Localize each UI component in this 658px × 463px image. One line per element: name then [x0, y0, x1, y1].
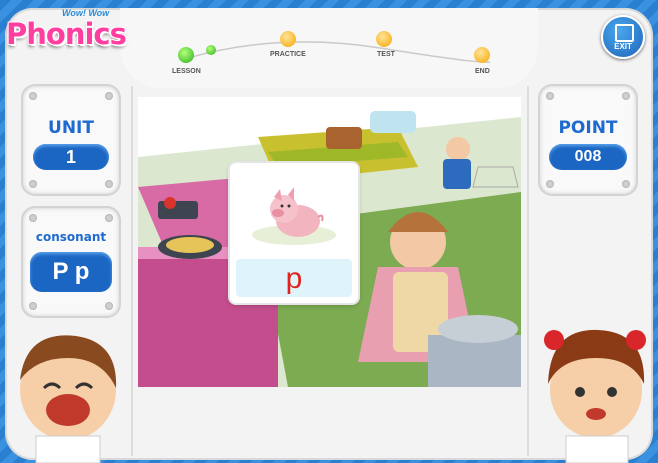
screw	[622, 180, 630, 188]
exit-label: EXIT	[614, 42, 632, 51]
progress-path	[187, 41, 491, 63]
screw	[546, 92, 554, 100]
exit-door-icon	[615, 24, 634, 42]
step-end-label: END	[475, 68, 490, 75]
step-lesson-dot[interactable]	[178, 47, 194, 63]
screw	[622, 92, 630, 100]
screw	[105, 180, 113, 188]
screw	[29, 92, 37, 100]
unit-label: UNIT	[48, 118, 94, 138]
exit-button[interactable]: EXIT	[601, 15, 645, 59]
point-panel: POINT 008	[540, 86, 636, 194]
point-value: 008	[549, 144, 627, 170]
boy-character	[20, 335, 117, 463]
app-logo: Wow! Wow Phonics	[6, 5, 127, 53]
step-practice-dot[interactable]	[280, 31, 296, 47]
unit-panel: UNIT 1	[23, 86, 119, 194]
screw	[105, 302, 113, 310]
unit-value: 1	[33, 144, 109, 170]
flash-card[interactable]: p	[230, 163, 358, 303]
screw	[29, 214, 37, 222]
left-divider	[131, 86, 133, 456]
step-test-label: TEST	[377, 51, 395, 58]
consonant-letter-display: P p	[30, 252, 112, 292]
pig-picture	[252, 187, 336, 245]
consonant-panel: consonant P p	[23, 208, 119, 316]
screw	[546, 180, 554, 188]
logo-text: Phonics	[6, 17, 127, 51]
pig-icon	[240, 175, 348, 251]
step-lesson-substep-dot	[206, 45, 216, 55]
point-label: POINT	[558, 118, 618, 138]
girl-character	[544, 329, 646, 463]
screw	[105, 92, 113, 100]
right-divider	[527, 86, 529, 456]
answer-box[interactable]: p	[236, 259, 352, 297]
screw	[29, 302, 37, 310]
consonant-label: consonant	[35, 230, 107, 244]
step-practice-label: PRACTICE	[270, 51, 306, 58]
step-test-dot[interactable]	[376, 31, 392, 47]
screw	[105, 214, 113, 222]
answer-letter: p	[285, 262, 303, 295]
step-lesson-label: LESSON	[172, 68, 201, 75]
step-end-dot[interactable]	[474, 47, 490, 63]
screw	[29, 180, 37, 188]
